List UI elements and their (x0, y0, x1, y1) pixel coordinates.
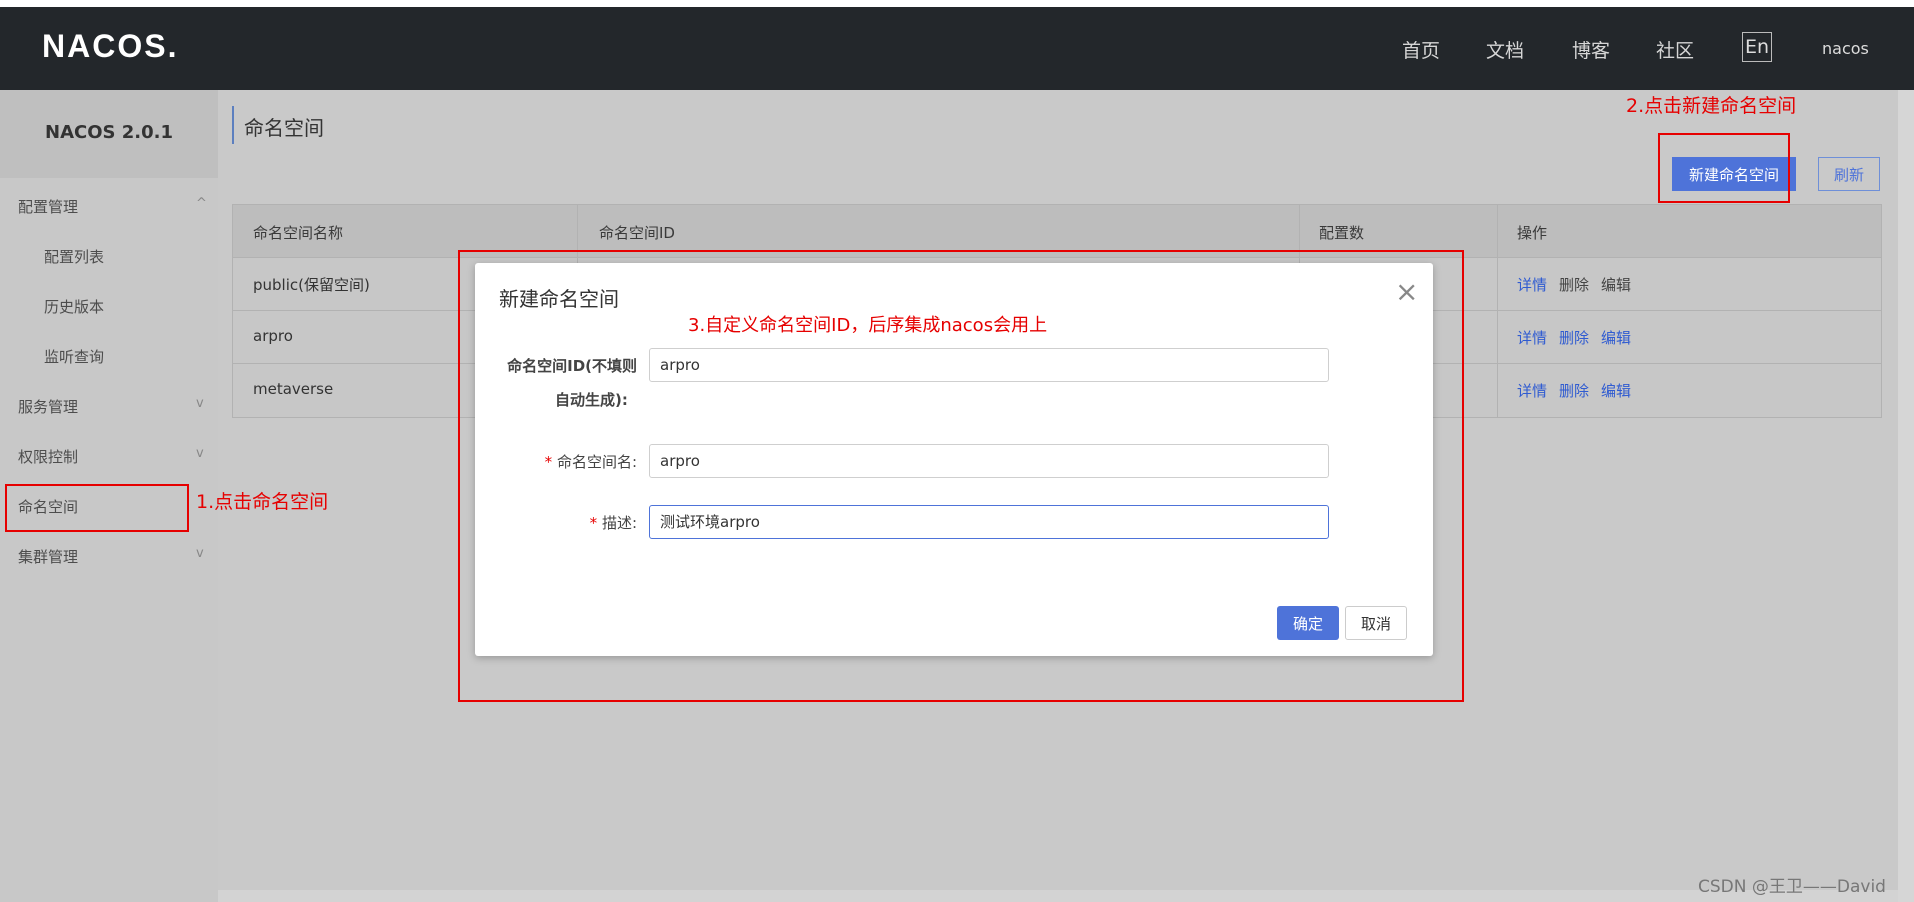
sidebar-item-cluster-management[interactable]: 集群管理 (18, 546, 78, 567)
language-toggle[interactable]: En (1742, 32, 1772, 62)
sidebar-item-config-management[interactable]: 配置管理 (18, 196, 78, 217)
sidebar-item-history[interactable]: 历史版本 (44, 296, 104, 317)
edit-link[interactable]: 编辑 (1601, 274, 1631, 295)
page-title: 命名空间 (244, 116, 324, 140)
delete-link[interactable]: 删除 (1559, 327, 1589, 348)
details-link[interactable]: 详情 (1517, 274, 1547, 295)
chevron-up-icon: ^ (196, 196, 207, 211)
namespace-name: public(保留空间) (253, 276, 370, 294)
namespace-id-label-line2: 自动生成): (555, 391, 628, 409)
required-mark: * (589, 514, 602, 532)
namespace-name-label: * 命名空间名: (544, 453, 637, 471)
top-strip (0, 0, 1914, 7)
nacos-logo[interactable]: NACOS. (42, 28, 178, 65)
sidebar-item-service-management[interactable]: 服务管理 (18, 396, 78, 417)
annotation-box-create (1658, 133, 1790, 203)
nav-home[interactable]: 首页 (1402, 36, 1440, 63)
sidebar-item-config-list[interactable]: 配置列表 (44, 246, 104, 267)
namespace-name: metaverse (253, 380, 334, 398)
namespace-id-label-line1: 命名空间ID(不填则 (507, 357, 637, 375)
details-link[interactable]: 详情 (1517, 380, 1547, 401)
namespace-id-label: 命名空间ID(不填则 (495, 355, 637, 376)
description-input[interactable]: 测试环境arpro (649, 505, 1329, 539)
column-header-id: 命名空间ID (599, 224, 675, 242)
annotation-step3: 3.自定义命名空间ID，后序集成nacos会用上 (688, 315, 1048, 336)
nav-docs[interactable]: 文档 (1486, 36, 1524, 63)
chevron-down-icon: v (196, 396, 204, 411)
delete-link[interactable]: 删除 (1559, 380, 1589, 401)
nav-community[interactable]: 社区 (1656, 36, 1694, 63)
vertical-scrollbar[interactable] (1898, 90, 1914, 902)
create-namespace-dialog: 新建命名空间 × 3.自定义命名空间ID，后序集成nacos会用上 命名空间ID… (475, 263, 1433, 656)
chevron-down-icon: v (196, 546, 204, 561)
namespace-name-input[interactable]: arpro (649, 444, 1329, 478)
delete-link[interactable]: 删除 (1559, 274, 1589, 295)
sidebar-item-access-control[interactable]: 权限控制 (18, 446, 78, 467)
edit-link[interactable]: 编辑 (1601, 380, 1631, 401)
sidebar-version: NACOS 2.0.1 (45, 122, 173, 143)
user-menu[interactable]: nacos (1822, 39, 1869, 58)
description-label: * 描述: (589, 514, 637, 532)
edit-link[interactable]: 编辑 (1601, 327, 1631, 348)
namespace-id-input[interactable]: arpro (649, 348, 1329, 382)
namespace-name: arpro (253, 327, 293, 345)
dialog-title: 新建命名空间 (499, 287, 619, 311)
annotation-step2: 2.点击新建命名空间 (1626, 95, 1797, 117)
column-header-actions: 操作 (1517, 224, 1548, 242)
details-link[interactable]: 详情 (1517, 327, 1547, 348)
required-mark: * (544, 453, 557, 471)
annotation-step1: 1.点击命名空间 (196, 491, 329, 513)
chevron-down-icon: v (196, 446, 204, 461)
top-navbar (0, 0, 1914, 90)
confirm-button[interactable]: 确定 (1277, 606, 1339, 640)
cancel-button[interactable]: 取消 (1345, 606, 1407, 640)
watermark: CSDN @王卫——David (1698, 877, 1886, 897)
page-title-accent (232, 106, 234, 144)
column-header-config-count: 配置数 (1319, 224, 1365, 242)
refresh-button[interactable]: 刷新 (1818, 157, 1880, 191)
sidebar-item-listener-query[interactable]: 监听查询 (44, 346, 104, 367)
column-header-name: 命名空间名称 (253, 224, 344, 242)
close-icon[interactable]: × (1395, 275, 1418, 308)
annotation-box-namespace (5, 484, 189, 532)
nav-blog[interactable]: 博客 (1572, 36, 1610, 63)
horizontal-scrollbar[interactable] (218, 890, 1898, 902)
